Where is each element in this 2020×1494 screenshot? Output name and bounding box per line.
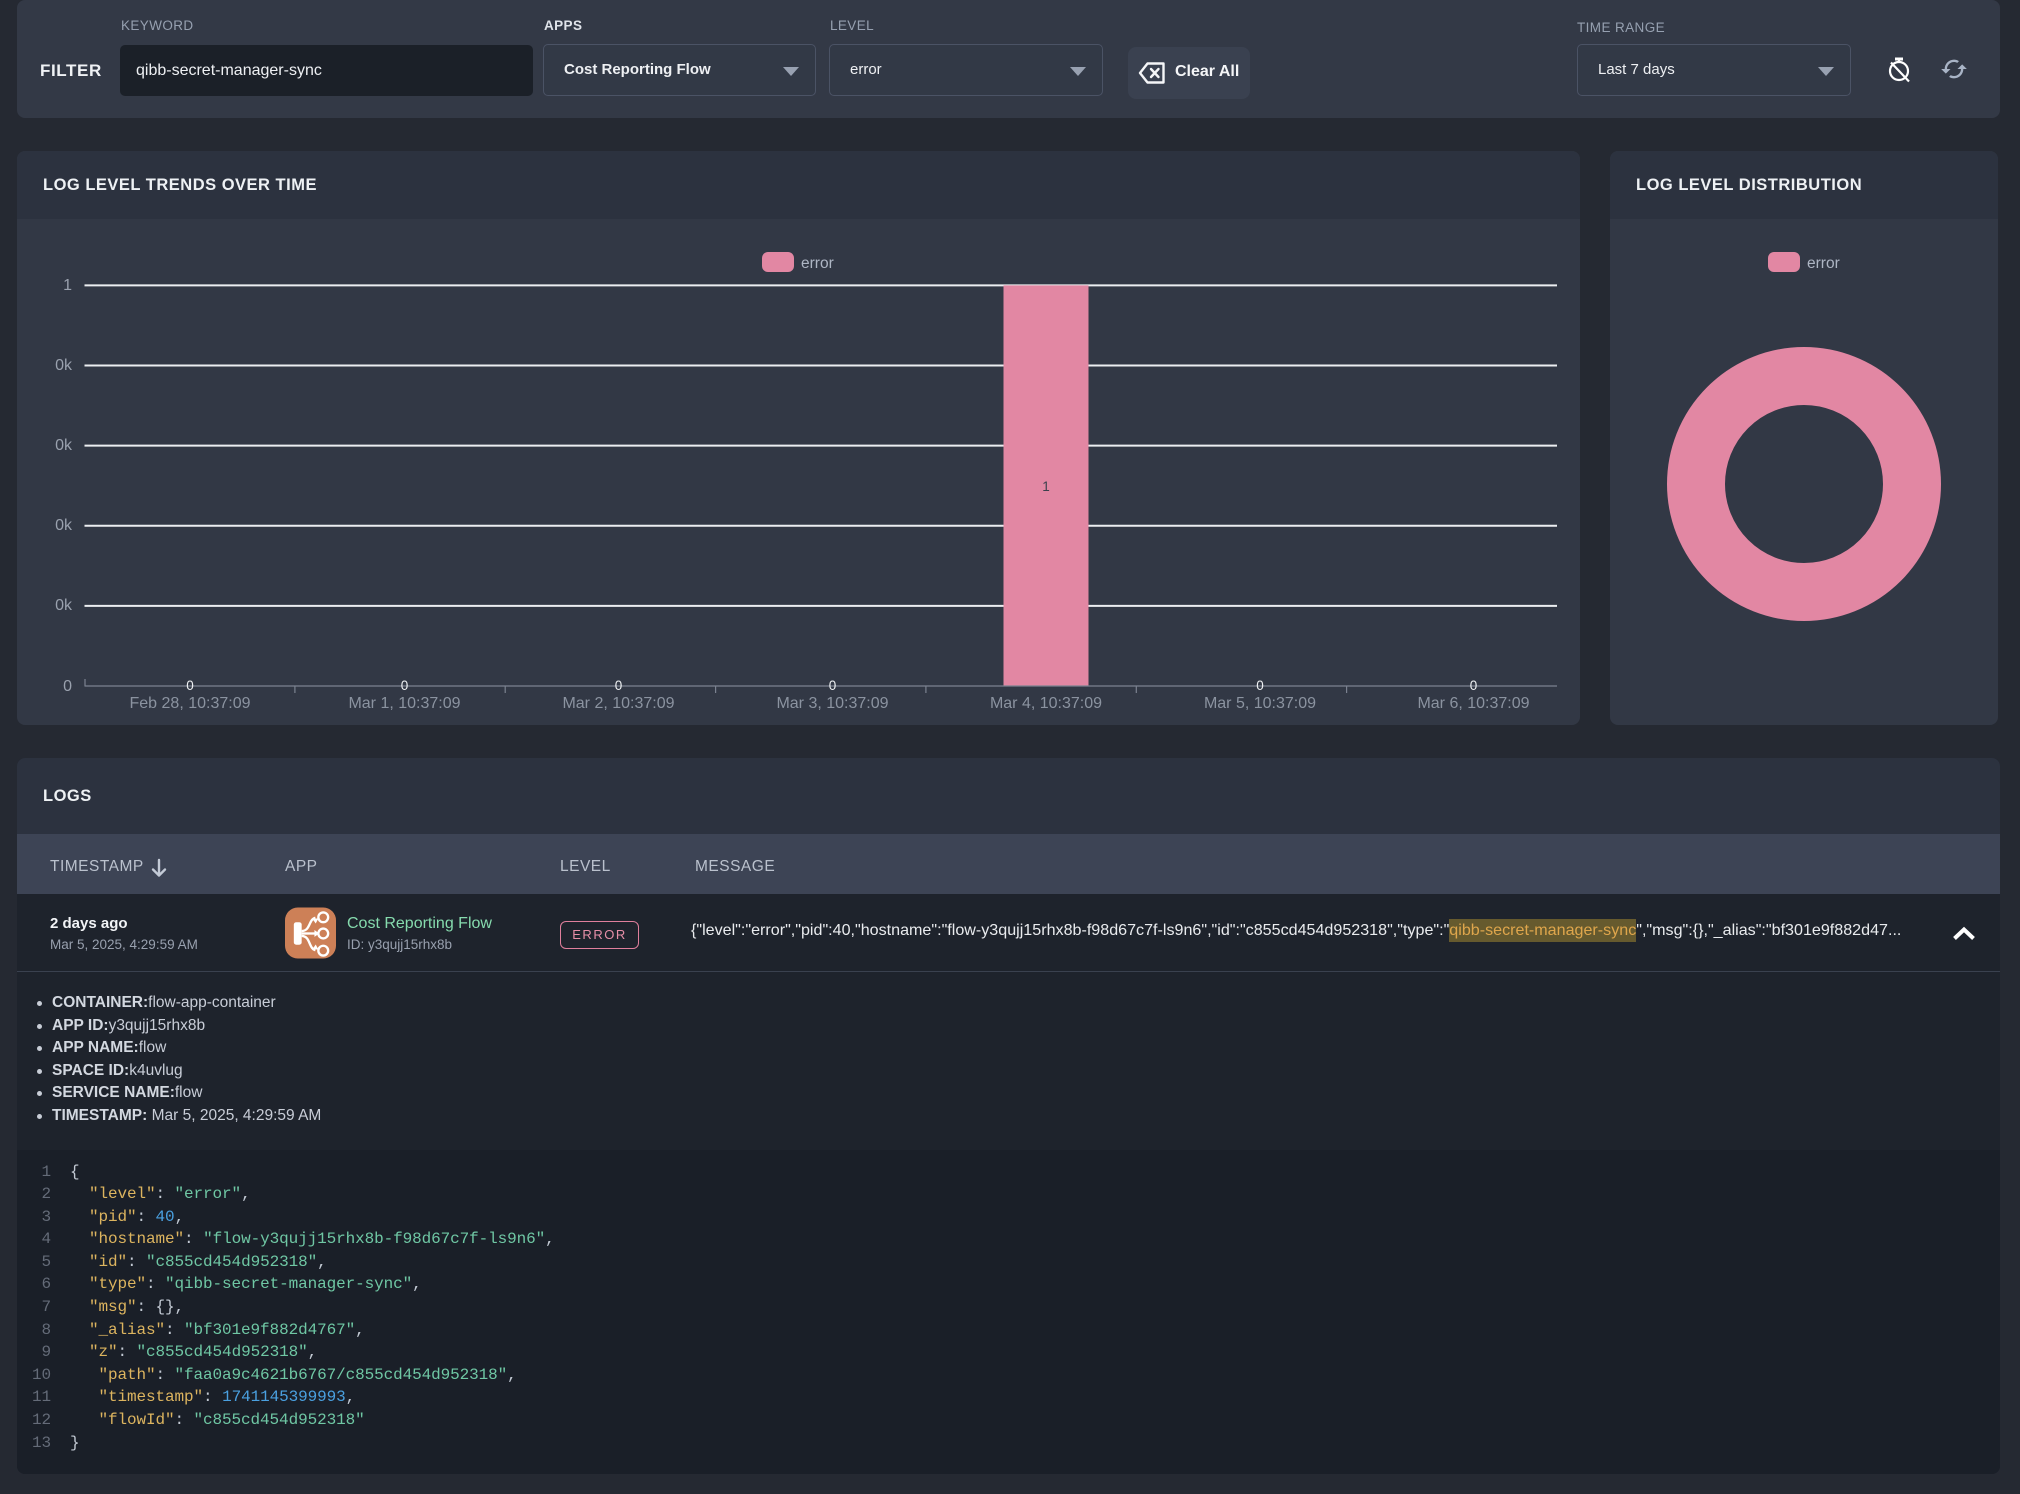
svg-text:0: 0 bbox=[829, 678, 837, 693]
svg-text:0: 0 bbox=[186, 678, 194, 693]
svg-text:0: 0 bbox=[1470, 678, 1478, 693]
svg-text:0: 0 bbox=[401, 678, 409, 693]
svg-text:Mar 3, 10:37:09: Mar 3, 10:37:09 bbox=[776, 695, 888, 712]
svg-text:0k: 0k bbox=[55, 517, 73, 534]
svg-text:0k: 0k bbox=[55, 357, 73, 374]
svg-text:1: 1 bbox=[1042, 479, 1050, 494]
svg-text:Mar 5, 10:37:09: Mar 5, 10:37:09 bbox=[1204, 695, 1316, 712]
svg-text:error: error bbox=[801, 255, 834, 272]
svg-text:0: 0 bbox=[63, 678, 72, 695]
svg-text:0: 0 bbox=[615, 678, 623, 693]
svg-text:0: 0 bbox=[1256, 678, 1264, 693]
svg-text:Mar 1, 10:37:09: Mar 1, 10:37:09 bbox=[348, 695, 460, 712]
svg-text:Mar 6, 10:37:09: Mar 6, 10:37:09 bbox=[1417, 695, 1529, 712]
svg-text:Feb 28, 10:37:09: Feb 28, 10:37:09 bbox=[130, 695, 251, 712]
svg-text:Mar 4, 10:37:09: Mar 4, 10:37:09 bbox=[990, 695, 1102, 712]
svg-text:0k: 0k bbox=[55, 597, 73, 614]
svg-text:Mar 2, 10:37:09: Mar 2, 10:37:09 bbox=[562, 695, 674, 712]
svg-text:0k: 0k bbox=[55, 437, 73, 454]
svg-text:1: 1 bbox=[63, 277, 72, 294]
svg-text:error: error bbox=[1807, 255, 1840, 272]
